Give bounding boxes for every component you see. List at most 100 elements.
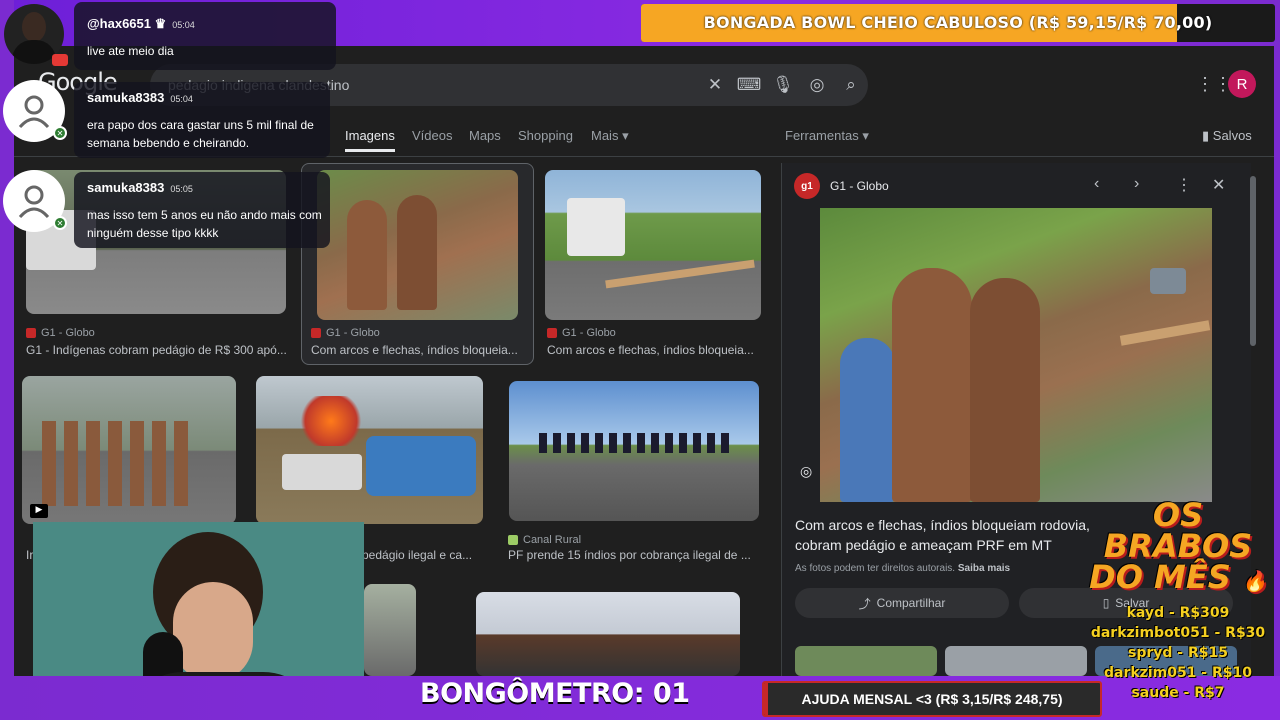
result-source-1-label: G1 - Globo [41,327,95,339]
top-donors-list: kayd - R$309 darkzimbot051 - R$30 spryd … [1088,603,1268,703]
result-caption-2[interactable]: Com arcos e flechas, índios bloqueia... [311,343,525,357]
face-shape [173,582,253,682]
lens-search-icon[interactable]: ◎ [800,463,812,480]
close-icon[interactable]: ✕ [1212,175,1225,195]
people-shape [42,421,192,506]
related-thumb[interactable] [945,646,1087,676]
chat-text-3: mas isso tem 5 anos eu não ando mais com… [87,208,322,240]
result-caption-3[interactable]: Com arcos e flechas, índios bloqueia... [547,343,761,357]
chat-user-1: @hax6651 ♛ 05:04 [87,16,195,32]
apps-grid-icon[interactable]: ⋮⋮ [1196,74,1232,94]
result-caption-1[interactable]: G1 - Indígenas cobram pedágio de R$ 300 … [26,343,290,357]
result-source-3: G1 - Globo [547,327,616,339]
preview-image[interactable] [820,208,1212,502]
top-goal-bar: BONGADA BOWL CHEIO CABULOSO (R$ 59,15/R$… [641,4,1275,42]
next-icon[interactable]: › [1134,175,1139,193]
bookmark-icon: ▮ [1202,128,1210,143]
panel-header: g1 G1 - Globo [794,173,889,199]
top-donors-title-line: DO MÊS 🔥 [1088,561,1268,597]
learn-more-link[interactable]: Saiba mais [958,563,1010,574]
result-thumb-6[interactable] [509,381,759,521]
account-avatar[interactable]: R [1228,70,1256,98]
tools-label: Ferramentas [785,128,859,143]
copyright-text: As fotos podem ter direitos autorais. [795,563,956,574]
microphone-icon[interactable]: 🎙 [766,68,800,102]
g1-favicon [547,328,557,338]
chat-user-2: samuka8383 05:04 [87,90,193,105]
lens-icon[interactable]: ◎ [800,68,834,102]
donor-entry: kayd - R$309 [1126,605,1230,621]
police-line-shape [539,433,729,453]
person-shape [347,200,387,310]
online-badge-icon: ✕ [53,126,67,140]
top-goal-text: BONGADA BOWL CHEIO CABULOSO (R$ 59,15/R$… [703,13,1213,32]
top-donors-widget: OS BRABOS DO MÊS 🔥 kayd - R$309 darkzimb… [1088,499,1268,703]
car-shape [1150,268,1186,294]
people-shape [366,436,476,496]
result-source-1: G1 - Globo [26,327,95,339]
top-donors-title: OS BRABOS DO MÊS 🔥 [1088,499,1268,597]
share-button[interactable]: ⤴ Compartilhar [795,588,1009,618]
page-scrollbar[interactable] [1250,176,1256,346]
panel-title[interactable]: Com arcos e flechas, índios bloqueiam ro… [795,515,1095,555]
person-shape [892,268,972,502]
tools-button[interactable]: Ferramentas ▾ [785,128,869,144]
chat-user-3-name: samuka8383 [87,180,165,195]
car-shape [282,454,362,490]
result-thumb-5[interactable] [256,376,483,524]
canal-rural-favicon [508,535,518,545]
share-icon: ⤴ [858,596,871,611]
result-thumb-7[interactable] [364,584,416,676]
donor-entry: darkzimbot051 - R$30 [1090,625,1266,641]
person-shape [397,195,437,310]
result-thumb-2[interactable] [317,170,518,320]
chat-time-2: 05:04 [170,94,193,104]
youtube-icon [52,54,68,66]
tab-shopping[interactable]: Shopping [518,128,573,143]
head-shape [22,12,46,42]
log-shape [605,259,755,289]
tab-images[interactable]: Imagens [345,128,395,152]
result-thumb-4[interactable]: ▶ [22,376,236,524]
video-play-icon: ▶ [30,504,48,518]
panel-source[interactable]: G1 - Globo [830,179,889,193]
fire-icon: 🔥 [1241,569,1267,593]
more-options-icon[interactable]: ⋮ [1176,175,1192,195]
tab-maps[interactable]: Maps [469,128,501,143]
chat-user-2-name: samuka8383 [87,90,165,105]
g1-favicon [311,328,321,338]
chat-user-3: samuka8383 05:05 [87,180,193,195]
previous-icon[interactable]: ‹ [1094,175,1099,193]
stream-frame-right [1274,0,1280,720]
fire-shape [296,396,366,446]
result-source-2: G1 - Globo [311,327,380,339]
related-thumb[interactable] [795,646,937,676]
tab-more-label: Mais [591,128,619,143]
truck-shape [567,198,625,256]
saved-button[interactable]: ▮ Salvos [1202,128,1252,144]
result-source-6-label: Canal Rural [523,534,582,546]
result-thumb-3[interactable] [545,170,761,320]
online-badge-icon: ✕ [53,216,67,230]
chat-overlay: @hax6651 ♛ 05:04 live ate meio dia ✕ samu… [0,0,340,260]
chat-time-1: 05:04 [172,20,195,30]
log-shape [1119,320,1211,346]
g1-favicon [26,328,36,338]
copyright-notice: As fotos podem ter direitos autorais. Sa… [795,563,1010,574]
body-shape [12,40,56,64]
chat-time-3: 05:05 [170,184,193,194]
result-caption-6[interactable]: PF prende 15 índios por cobrança ilegal … [508,548,758,562]
clear-icon[interactable]: ✕ [698,68,732,102]
donor-entry: saude - R$7 [1131,685,1225,701]
tab-more[interactable]: Mais ▾ [591,128,629,144]
tab-videos[interactable]: Vídeos [412,128,452,143]
share-label: Compartilhar [876,596,946,610]
result-source-6: Canal Rural [508,534,581,546]
keyboard-icon[interactable]: ⌨ [732,68,766,102]
bongometro-counter: BONGÔMETRO: 01 [420,678,690,709]
saved-label: Salvos [1212,128,1252,143]
result-thumb-8[interactable] [476,592,740,676]
search-icon[interactable]: ⌕ [834,68,868,102]
result-caption-5[interactable]: pedágio ilegal e ca... [362,548,492,562]
donor-entry: darkzim051 - R$10 [1103,665,1252,681]
